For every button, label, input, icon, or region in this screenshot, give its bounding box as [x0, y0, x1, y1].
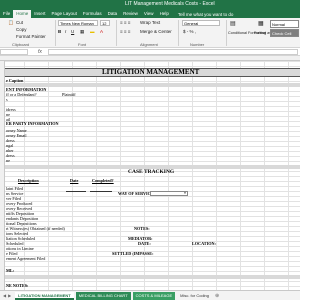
role-value[interactable]: Plaintiff: [62, 92, 76, 97]
sheet-title: LITIGATION MANAGEMENT: [102, 68, 200, 76]
tracking-row: ement Agreement Filed: [6, 256, 46, 261]
sheet-tab-costs-mileage[interactable]: COSTS & MILEAGE: [132, 291, 176, 300]
sheet-tab-medical-billing-chart[interactable]: MEDICAL BILLING CHART: [75, 291, 131, 300]
ribbon: 📋 Cut Copy Format Painter Clipboard Time…: [0, 18, 300, 48]
worksheet-grid[interactable]: LITIGATION MANAGEMENT e Caption ENT INFO…: [0, 61, 300, 290]
tab-insert[interactable]: Insert: [31, 10, 48, 18]
col-date: Date: [70, 178, 79, 183]
tab-page-layout[interactable]: Page Layout: [49, 10, 80, 18]
font-group-label: Font: [78, 42, 87, 47]
other-party-heading: ER PARTY INFORMATION: [6, 121, 59, 126]
way-of-service-dropdown[interactable]: ▼: [150, 191, 188, 196]
window-title: LIT Management Medicals Costs - Excel: [125, 1, 215, 7]
font-name-select[interactable]: Times New Roman: [58, 20, 98, 26]
tab-help[interactable]: Help: [157, 10, 172, 18]
tab-formulas[interactable]: Formulas: [80, 10, 105, 18]
bottom-label: ML:: [6, 268, 15, 273]
col-description: Description: [18, 178, 39, 183]
name-box[interactable]: [0, 49, 28, 55]
bold-button[interactable]: B: [58, 29, 61, 34]
tab-home[interactable]: Home: [13, 10, 32, 18]
ribbon-divider: [178, 20, 179, 46]
scroll-tabs-right-icon[interactable]: ▶: [8, 293, 11, 298]
date-field-line[interactable]: [66, 191, 86, 192]
client-row: s: [6, 97, 8, 102]
number-format-buttons[interactable]: $ - % ,: [183, 29, 196, 34]
caption-band: [5, 83, 300, 87]
copy-button[interactable]: Copy: [16, 27, 27, 32]
chevron-down-icon[interactable]: ▼: [183, 192, 187, 195]
sheet-tab-bar: ◀ ▶ LITIGATION MANAGEMENT MEDICAL BILLIN…: [0, 290, 300, 300]
title-bar: LIT Management Medicals Costs - Excel: [0, 0, 300, 10]
location-label: LOCATION:: [192, 241, 216, 246]
format-painter-button[interactable]: Format Painter: [16, 34, 46, 39]
add-sheet-icon[interactable]: ⊕: [215, 293, 219, 299]
underline-button[interactable]: U: [71, 29, 74, 34]
number-group-label: Number: [190, 42, 205, 47]
clipboard-group-label: Clipboard: [12, 42, 30, 47]
format-as-table-icon[interactable]: ▦: [258, 20, 264, 27]
other-party-row: ne: [6, 158, 10, 163]
align-top-icon[interactable]: ≡ ≡ ≡: [120, 20, 130, 25]
paste-icon[interactable]: 📋: [8, 20, 14, 26]
borders-icon[interactable]: ▦: [80, 29, 84, 35]
tab-review[interactable]: Review: [120, 10, 141, 18]
way-of-service-label: WAY OF SERVICE: [118, 191, 154, 196]
sheet-tab-litigation-management[interactable]: LITIGATION MANAGEMENT: [15, 291, 74, 300]
sheet-tab-misc-coding[interactable]: Misc. for Coding: [177, 292, 212, 300]
alignment-group-label: Alignment: [140, 42, 158, 47]
ribbon-tab-bar: File Home Insert Page Layout Formulas Da…: [0, 10, 300, 18]
date-label: DATE:: [138, 241, 151, 246]
italic-button[interactable]: I: [65, 29, 66, 34]
notes-label: NOTES:: [134, 226, 150, 231]
tab-data[interactable]: Data: [105, 10, 121, 18]
fx-icon[interactable]: fx: [38, 49, 42, 55]
tab-file[interactable]: File: [0, 10, 13, 18]
formula-bar: fx: [0, 48, 300, 56]
role-question: ff or a Defendant?: [6, 92, 37, 97]
ribbon-divider: [116, 20, 117, 46]
font-size-select[interactable]: 12: [100, 20, 110, 26]
ribbon-divider: [226, 20, 227, 46]
settled-label: SETTLED (IMPASSE:: [112, 251, 154, 256]
case-tracking-heading: CASE TRACKING: [128, 169, 175, 175]
font-color-icon[interactable]: A: [100, 29, 103, 34]
tell-me-search[interactable]: Tell me what you want to do: [178, 12, 234, 17]
notes-heading: NE NOTES:: [6, 283, 29, 288]
tab-view[interactable]: View: [141, 10, 157, 18]
cut-button[interactable]: Cut: [16, 20, 23, 25]
wrap-text-button[interactable]: Wrap Text: [140, 20, 160, 25]
number-format-select[interactable]: General: [182, 20, 220, 26]
formula-input[interactable]: [48, 49, 298, 55]
scroll-tabs-left-icon[interactable]: ◀: [3, 293, 6, 298]
style-check-cell[interactable]: Check Cell: [270, 29, 299, 37]
align-left-icon[interactable]: ≡ ≡ ≡: [120, 29, 130, 34]
ribbon-divider: [55, 20, 56, 46]
row-headers: [0, 61, 5, 290]
conditional-formatting-icon[interactable]: ▤: [230, 20, 236, 27]
merge-center-button[interactable]: Merge & Center: [140, 29, 172, 34]
style-normal[interactable]: Normal: [270, 20, 299, 28]
col-completed: Completed?: [92, 178, 114, 183]
completed-field-line[interactable]: [90, 191, 112, 192]
notes-band: [5, 275, 300, 279]
fill-color-icon[interactable]: ▬: [90, 29, 95, 34]
